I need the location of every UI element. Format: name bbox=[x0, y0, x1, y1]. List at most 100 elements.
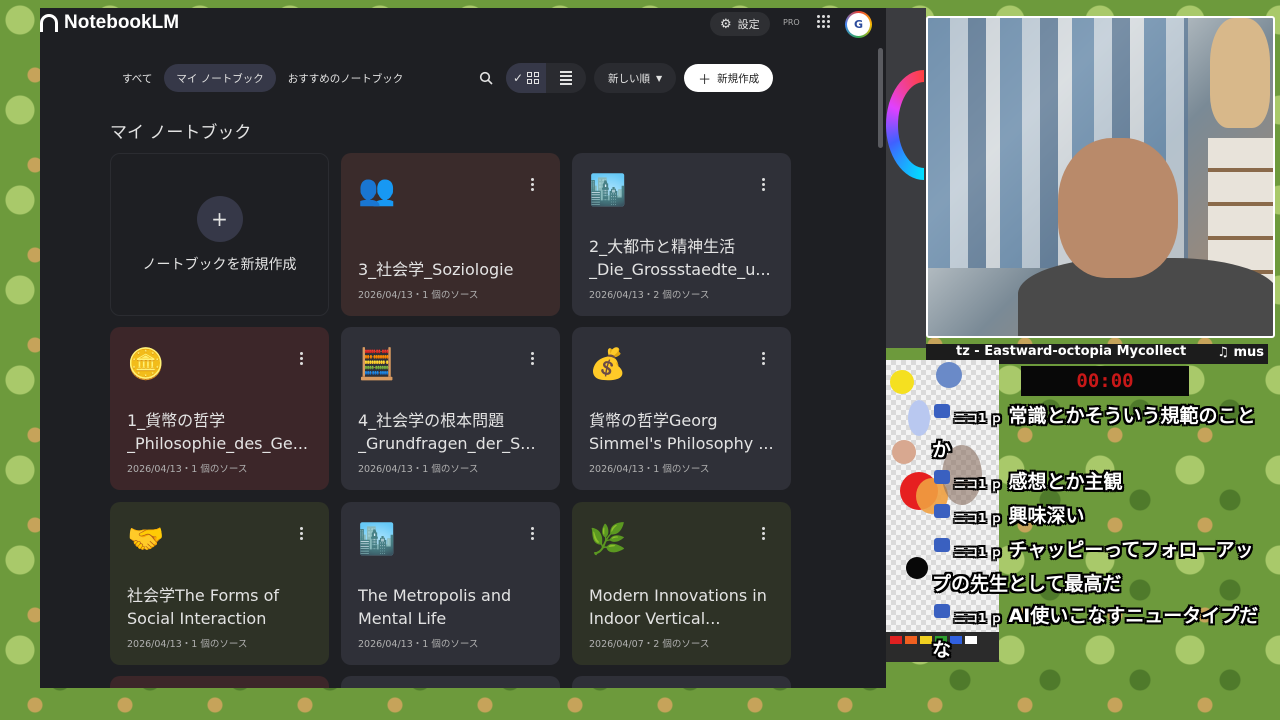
list-icon bbox=[560, 71, 572, 85]
scrollbar-thumb[interactable] bbox=[878, 48, 883, 148]
abacus-icon: 🧮 bbox=[358, 347, 396, 382]
notebook-meta: 2026/04/13・1 個のソース bbox=[358, 464, 479, 475]
notebook-meta: 2026/04/13・2 個のソース bbox=[589, 290, 710, 301]
webcam-teddy-bear bbox=[1210, 18, 1270, 128]
stream-timer: 00:00 bbox=[1021, 366, 1189, 396]
comment-user: ニコ1 ｐ bbox=[932, 602, 1003, 634]
grid-view-button[interactable]: ✓ bbox=[506, 63, 546, 93]
tab-featured-notebooks[interactable]: おすすめのノートブック bbox=[276, 64, 416, 92]
notebook-card[interactable]: 🏙️ 2_大都市と精神生活_Die_Grossstaedte_u... 2026… bbox=[572, 153, 791, 316]
herb-icon: 🌿 bbox=[589, 522, 627, 557]
app-name: NotebookLM bbox=[64, 12, 180, 33]
notebook-meta: 2026/04/13・1 個のソース bbox=[358, 639, 479, 650]
notebook-title: 1_貨幣の哲学_Philosophie_des_Ge... bbox=[127, 411, 309, 453]
more-options-icon[interactable] bbox=[762, 527, 765, 540]
money-bag-icon: 💰 bbox=[589, 347, 627, 382]
app-logo[interactable]: NotebookLM bbox=[40, 12, 179, 34]
paint-blob bbox=[890, 370, 914, 394]
comment-text: 感想とか主観 bbox=[1008, 471, 1123, 493]
create-notebook-label: ノートブックを新規作成 bbox=[142, 256, 297, 273]
notebook-card[interactable]: 🏙️ The Metropolis and Mental Life 2026/0… bbox=[341, 502, 560, 665]
notebook-card[interactable]: 🌿 Modern Innovations in Indoor Vertical.… bbox=[572, 502, 791, 665]
comment-user: ニコ1 ｐ bbox=[932, 402, 1003, 434]
chat-comment: ニコ1 ｐ 興味深い bbox=[932, 500, 1272, 534]
more-options-icon[interactable] bbox=[300, 527, 303, 540]
new-notebook-label: 新規作成 bbox=[717, 72, 760, 85]
notebook-card[interactable]: 🤝 社会学The Forms of Social Interaction 202… bbox=[110, 502, 329, 665]
avatar[interactable]: G bbox=[845, 11, 872, 38]
chat-comment: ニコ1 ｐ 常識とかそういう規範のことか bbox=[932, 400, 1272, 466]
paint-blob bbox=[906, 557, 928, 579]
comment-user: ニコ1 ｐ bbox=[932, 502, 1003, 534]
more-options-icon[interactable] bbox=[531, 352, 534, 365]
more-options-icon[interactable] bbox=[531, 178, 534, 191]
cityscape-icon: 🏙️ bbox=[358, 522, 396, 557]
notebook-title: Modern Innovations in Indoor Vertical... bbox=[589, 586, 767, 628]
paint-blob bbox=[892, 440, 916, 464]
notebook-card-partial[interactable] bbox=[572, 676, 791, 688]
notebook-card[interactable]: 👥 3_社会学_Soziologie 2026/04/13・1 個のソース bbox=[341, 153, 560, 316]
notebook-title: The Metropolis and Mental Life bbox=[358, 586, 512, 628]
chat-comment: ニコ1 ｐ AI使いこなすニュータイプだな bbox=[932, 600, 1272, 666]
paint-blob bbox=[936, 362, 962, 388]
more-options-icon[interactable] bbox=[762, 352, 765, 365]
notebook-card-partial[interactable] bbox=[341, 676, 560, 688]
more-options-icon[interactable] bbox=[300, 352, 303, 365]
notebook-meta: 2026/04/13・1 個のソース bbox=[358, 290, 479, 301]
ticker-text: tz - Eastward-octopia Mycollect bbox=[956, 344, 1187, 359]
notebook-title: 4_社会学の根本問題_Grundfragen_der_S... bbox=[358, 411, 536, 453]
notebooklm-window: NotebookLM ⚙ 設定 PRO G すべて マイ ノートブック おすすめ… bbox=[40, 8, 886, 688]
search-icon bbox=[479, 71, 493, 85]
cityscape-icon: 🏙️ bbox=[589, 173, 627, 208]
webcam-person-head bbox=[1058, 138, 1178, 278]
apps-grid-icon[interactable] bbox=[817, 15, 830, 28]
filter-tabs: すべて マイ ノートブック おすすめのノートブック bbox=[110, 63, 415, 93]
caret-down-icon: ▼ bbox=[656, 73, 663, 83]
comment-user: ニコ1 ｐ bbox=[932, 536, 1003, 568]
plus-icon: + bbox=[196, 195, 243, 242]
coin-icon: 🪙 bbox=[127, 347, 165, 382]
notebook-title: 2_大都市と精神生活_Die_Grossstaedte_u... bbox=[589, 237, 771, 279]
chat-comments: ニコ1 ｐ 常識とかそういう規範のことか ニコ1 ｐ 感想とか主観 ニコ1 ｐ 興味深… bbox=[932, 400, 1272, 666]
more-options-icon[interactable] bbox=[762, 178, 765, 191]
plus-icon: ＋ bbox=[698, 72, 712, 88]
tab-all[interactable]: すべて bbox=[110, 64, 164, 92]
top-bar: NotebookLM ⚙ 設定 PRO G bbox=[40, 8, 886, 40]
view-toggle: ✓ bbox=[506, 63, 586, 93]
notebook-meta: 2026/04/13・1 個のソース bbox=[127, 639, 248, 650]
notebook-meta: 2026/04/13・1 個のソース bbox=[589, 464, 710, 475]
page-title: マイ ノートブック bbox=[110, 123, 252, 143]
create-notebook-card[interactable]: + ノートブックを新規作成 bbox=[110, 153, 329, 316]
avatar-initial: G bbox=[847, 13, 870, 36]
settings-button[interactable]: ⚙ 設定 bbox=[710, 12, 770, 36]
comment-text: 興味深い bbox=[1008, 505, 1085, 527]
sort-dropdown[interactable]: 新しい順 ▼ bbox=[594, 63, 677, 93]
list-view-button[interactable] bbox=[546, 63, 586, 93]
notebook-meta: 2026/04/13・1 個のソース bbox=[127, 464, 248, 475]
comment-user: ニコ1 ｐ bbox=[932, 468, 1003, 500]
notebook-card[interactable]: 💰 貨幣の哲学Georg Simmel's Philosophy ... 202… bbox=[572, 327, 791, 490]
notebook-title: 3_社会学_Soziologie bbox=[358, 260, 514, 279]
pro-badge: PRO bbox=[783, 18, 800, 27]
toolbar: ✓ 新しい順 ▼ ＋ 新規作成 bbox=[472, 63, 774, 93]
handshake-icon: 🤝 bbox=[127, 522, 165, 557]
grid-icon bbox=[527, 72, 540, 84]
notebook-card-partial[interactable] bbox=[110, 676, 329, 688]
check-icon: ✓ bbox=[512, 71, 524, 85]
notebook-card[interactable]: 🧮 4_社会学の根本問題_Grundfragen_der_S... 2026/0… bbox=[341, 327, 560, 490]
gear-icon: ⚙ bbox=[720, 16, 732, 32]
tab-my-notebooks[interactable]: マイ ノートブック bbox=[164, 64, 276, 92]
notebook-meta: 2026/04/07・2 個のソース bbox=[589, 639, 710, 650]
settings-label: 設定 bbox=[737, 18, 760, 31]
people-icon: 👥 bbox=[358, 173, 396, 208]
new-notebook-button[interactable]: ＋ 新規作成 bbox=[684, 64, 774, 92]
notebook-title: 社会学The Forms of Social Interaction bbox=[127, 586, 279, 628]
search-button[interactable] bbox=[472, 64, 500, 92]
webcam-feed bbox=[926, 16, 1275, 338]
chat-comment: ニコ1 ｐ 感想とか主観 bbox=[932, 466, 1272, 500]
notebook-card[interactable]: 🪙 1_貨幣の哲学_Philosophie_des_Ge... 2026/04/… bbox=[110, 327, 329, 490]
notebooklm-logo-icon bbox=[40, 14, 58, 32]
sort-label: 新しい順 bbox=[608, 72, 650, 85]
more-options-icon[interactable] bbox=[531, 527, 534, 540]
paint-blob bbox=[908, 400, 930, 436]
